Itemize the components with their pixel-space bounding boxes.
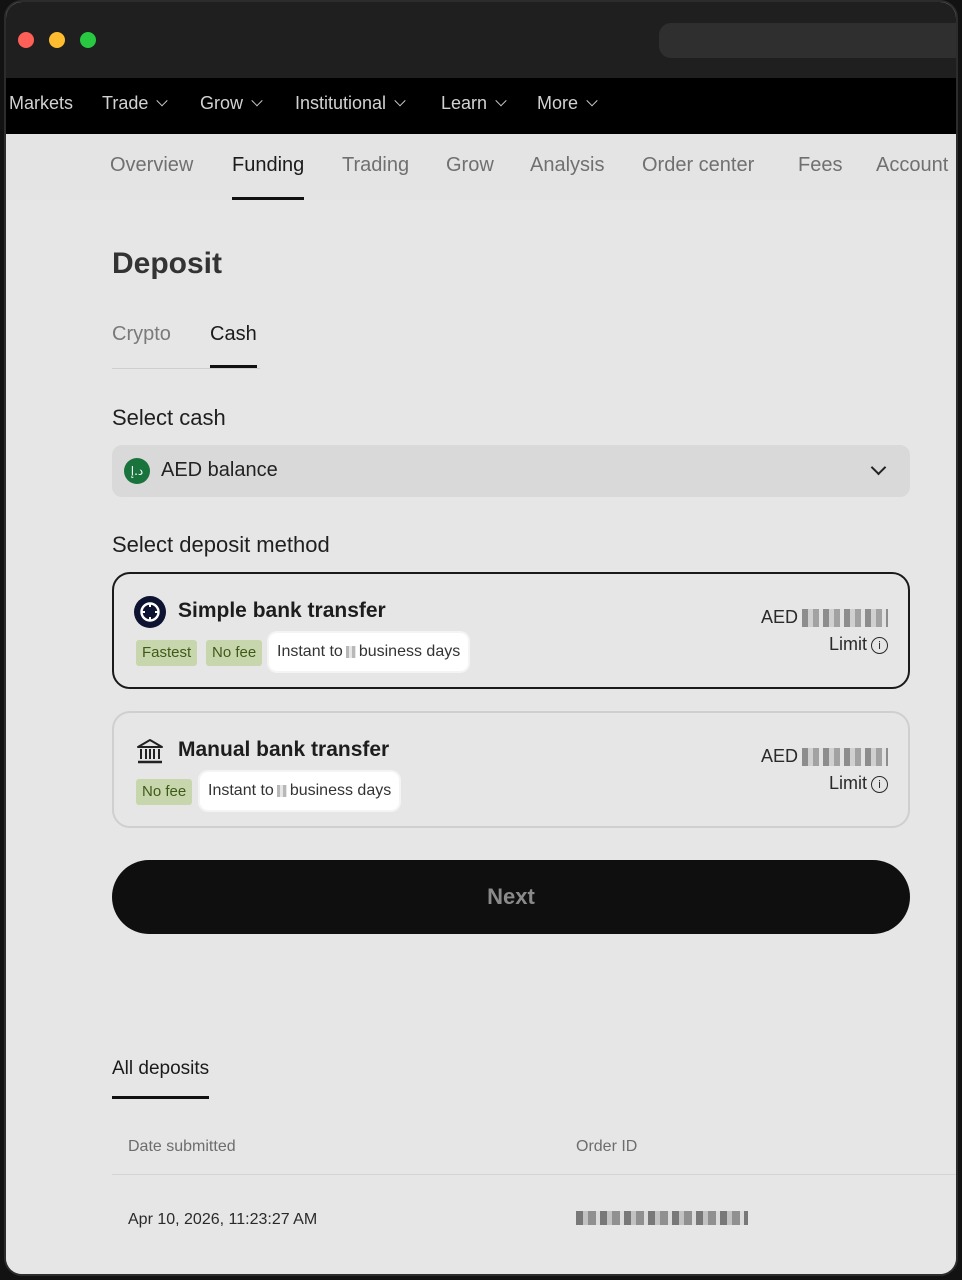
method-title: Manual bank transfer [178, 738, 390, 761]
limit-info[interactable]: Limit i [829, 773, 888, 794]
redacted-order-id [576, 1211, 748, 1225]
deposit-order-id [576, 1211, 748, 1230]
method-manual-bank-transfer[interactable]: Manual bank transfer No fee Instant to bu… [112, 711, 910, 828]
redacted-amount [802, 609, 888, 628]
chevron-down-icon [251, 95, 263, 107]
tab-cash[interactable]: Cash [210, 323, 257, 368]
top-navigation: Markets Trade Grow Institutional Learn M… [6, 78, 956, 134]
tag-no-fee: No fee [206, 640, 263, 666]
main-content: Deposit Crypto Cash Select cash د.إ AED … [6, 200, 956, 1274]
method-simple-bank-transfer[interactable]: Simple bank transfer Fastest No fee Inst… [112, 572, 910, 689]
close-window-button[interactable] [18, 32, 34, 48]
nav-item-markets[interactable]: Markets [9, 78, 73, 134]
chevron-down-icon [586, 95, 598, 107]
deposit-date: Apr 10, 2026, 11:23:27 AM [128, 1211, 318, 1228]
cash-select[interactable]: د.إ AED balance [112, 445, 910, 497]
tab-funding[interactable]: Funding [232, 134, 305, 200]
deposit-type-tabs: Crypto Cash [112, 318, 260, 369]
tab-grow[interactable]: Grow [446, 134, 494, 198]
info-icon: i [871, 637, 888, 654]
select-cash-label: Select cash [112, 405, 226, 430]
chevron-down-icon [495, 95, 507, 107]
tag-fastest: Fastest [136, 640, 198, 666]
title-bar [6, 2, 956, 78]
nav-item-trade[interactable]: Trade [102, 78, 169, 134]
table-row[interactable]: Apr 10, 2026, 11:23:27 AM [112, 1175, 956, 1271]
tab-account[interactable]: Account [876, 134, 948, 198]
chevron-down-icon [394, 95, 406, 107]
tab-all-deposits[interactable]: All deposits [112, 1058, 210, 1099]
browser-window: Markets Trade Grow Institutional Learn M… [4, 0, 958, 1276]
coin-logo-icon [134, 596, 166, 628]
limit-info[interactable]: Limit i [829, 634, 888, 655]
deposits-table-header: Date submitted Order ID [112, 1120, 956, 1175]
bank-icon [137, 739, 163, 764]
speed-tag: Instant to business days [200, 772, 400, 810]
cash-select-value: AED balance [161, 459, 278, 481]
tab-crypto[interactable]: Crypto [112, 323, 171, 346]
tag-no-fee: No fee [136, 779, 193, 805]
tab-analysis[interactable]: Analysis [530, 134, 604, 198]
select-method-label: Select deposit method [112, 532, 330, 557]
account-subnav: Overview Funding Trading Grow Analysis O… [6, 134, 956, 201]
tab-trading[interactable]: Trading [342, 134, 409, 198]
limit-amount: AED [761, 607, 888, 628]
info-icon: i [871, 776, 888, 793]
tab-fees[interactable]: Fees [798, 134, 842, 198]
next-button[interactable]: Next [112, 860, 910, 934]
limit-amount: AED [761, 746, 888, 767]
nav-item-more[interactable]: More [537, 78, 598, 134]
page-title: Deposit [112, 247, 223, 280]
address-bar[interactable] [659, 23, 956, 58]
column-order-id: Order ID [576, 1138, 638, 1155]
maximize-window-button[interactable] [80, 32, 96, 48]
nav-item-learn[interactable]: Learn [441, 78, 507, 134]
redacted-days [345, 645, 356, 658]
redacted-amount [802, 748, 888, 767]
aed-currency-icon: د.إ [124, 458, 150, 484]
method-title: Simple bank transfer [178, 599, 386, 622]
tab-order-center[interactable]: Order center [642, 134, 754, 198]
redacted-days [276, 784, 287, 797]
chevron-down-icon [870, 459, 887, 476]
speed-tag: Instant to business days [269, 633, 469, 671]
nav-item-institutional[interactable]: Institutional [295, 78, 406, 134]
column-date-submitted: Date submitted [128, 1138, 236, 1155]
tab-overview[interactable]: Overview [110, 134, 193, 198]
minimize-window-button[interactable] [49, 32, 65, 48]
chevron-down-icon [156, 95, 169, 107]
nav-item-grow[interactable]: Grow [200, 78, 263, 134]
